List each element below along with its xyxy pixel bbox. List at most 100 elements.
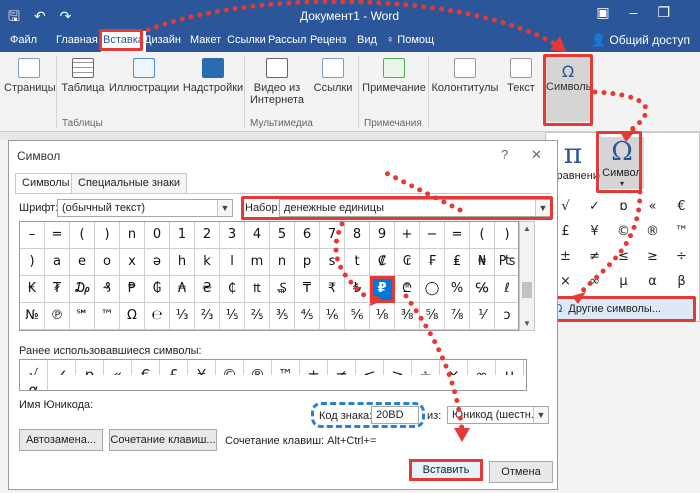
symbol-cell[interactable]: =: [45, 222, 70, 249]
quick-symbol-cell[interactable]: ≠: [581, 245, 608, 269]
undo-icon[interactable]: ↶: [34, 8, 60, 24]
symbol-cell[interactable]: ₲: [145, 276, 170, 303]
symbol-cell[interactable]: ₡: [370, 249, 395, 276]
symbol-cell[interactable]: 0: [145, 222, 170, 249]
header-footer-button[interactable]: Колонтитулы: [430, 58, 500, 94]
symbol-cell[interactable]: 7: [320, 222, 345, 249]
symbol-cell[interactable]: k: [195, 249, 220, 276]
quick-symbol-cell[interactable]: ≥: [639, 245, 666, 269]
symbol-cell[interactable]: o: [95, 249, 120, 276]
symbol-cell[interactable]: 6: [295, 222, 320, 249]
tab-mailings[interactable]: Рассыл: [268, 34, 306, 46]
symbol-cell[interactable]: ⅗: [270, 303, 295, 330]
close-icon[interactable]: ✕: [531, 147, 542, 163]
symbol-cell[interactable]: ₽: [370, 276, 395, 303]
recent-symbol-cell[interactable]: ≤: [356, 360, 384, 375]
addins-button[interactable]: Надстройки: [182, 58, 244, 94]
cancel-button[interactable]: Отмена: [489, 461, 553, 483]
symbol-cell[interactable]: ₢: [395, 249, 420, 276]
recent-symbol-cell[interactable]: £: [160, 360, 188, 375]
restore-icon[interactable]: ❐: [657, 4, 690, 20]
recent-symbol-cell[interactable]: µ: [496, 360, 524, 375]
pages-button[interactable]: Страницы: [4, 58, 56, 94]
recent-symbol-cell[interactable]: √: [20, 360, 48, 375]
symbol-cell[interactable]: ₴: [195, 276, 220, 303]
symbol-cell[interactable]: ₸: [295, 276, 320, 303]
recent-symbol-cell[interactable]: ±: [300, 360, 328, 375]
tab-view[interactable]: Вид: [357, 34, 377, 46]
symbol-cell[interactable]: ₷: [270, 276, 295, 303]
quick-symbol-cell[interactable]: ©: [610, 220, 637, 244]
symbol-cell[interactable]: ℅: [470, 276, 495, 303]
symbol-cell[interactable]: ⅙: [320, 303, 345, 330]
symbol-cell[interactable]: ₭: [20, 276, 45, 303]
symbol-cell[interactable]: ₱: [120, 276, 145, 303]
quick-symbol-cell[interactable]: «: [639, 195, 666, 219]
tab-home[interactable]: Главная: [56, 34, 98, 46]
recent-symbol-cell[interactable]: ®: [244, 360, 272, 375]
symbol-cell[interactable]: =: [445, 222, 470, 249]
share-button[interactable]: 👤 Общий доступ: [591, 33, 690, 47]
symbol-cell[interactable]: 4: [245, 222, 270, 249]
symbol-cell[interactable]: h: [170, 249, 195, 276]
symbol-cell[interactable]: –: [20, 222, 45, 249]
comment-button[interactable]: Примечание: [360, 58, 428, 94]
symbol-cell[interactable]: ™: [95, 303, 120, 330]
quick-symbol-cell[interactable]: µ: [610, 270, 637, 294]
symbol-cell[interactable]: ℓ: [495, 276, 518, 303]
quick-symbol-cell[interactable]: €: [668, 195, 695, 219]
recent-symbol-cell[interactable]: ×: [440, 360, 468, 375]
recent-symbol-cell[interactable]: ∞: [468, 360, 496, 375]
symbol-cell[interactable]: (: [470, 222, 495, 249]
scroll-down-icon[interactable]: ▼: [523, 319, 531, 328]
autocorrect-button[interactable]: Автозамена...: [19, 429, 103, 451]
recent-symbol-cell[interactable]: ≥: [384, 360, 412, 375]
symbol-cell[interactable]: ₹: [320, 276, 345, 303]
recent-symbol-cell[interactable]: ÷: [412, 360, 440, 375]
scroll-thumb[interactable]: [522, 282, 532, 298]
symbol-cell[interactable]: %: [445, 276, 470, 303]
symbol-cell[interactable]: ⅕: [220, 303, 245, 330]
symbol-cell[interactable]: ₦: [470, 249, 495, 276]
symbol-cell[interactable]: ⅜: [395, 303, 420, 330]
symbol-cell[interactable]: m: [245, 249, 270, 276]
symbol-cell[interactable]: ⅟: [470, 303, 495, 330]
symbol-cell[interactable]: ⅓: [170, 303, 195, 330]
symbol-cell[interactable]: 9: [370, 222, 395, 249]
symbol-cell[interactable]: ₵: [220, 276, 245, 303]
tab-layout[interactable]: Макет: [190, 34, 221, 46]
online-video-button[interactable]: Видео из Интернета: [248, 58, 306, 106]
recent-symbol-cell[interactable]: ✓: [48, 360, 76, 375]
tab-references[interactable]: Ссылки: [227, 34, 266, 46]
text-button[interactable]: Текст: [502, 58, 540, 94]
symbol-cell[interactable]: n: [270, 249, 295, 276]
symbol-cell[interactable]: ℮: [145, 303, 170, 330]
recent-symbol-cell[interactable]: ɒ: [76, 360, 104, 375]
redo-icon[interactable]: ↷: [60, 8, 86, 24]
symbol-cell[interactable]: p: [295, 249, 320, 276]
symbol-cell[interactable]: e: [70, 249, 95, 276]
symbol-cell[interactable]: n: [120, 222, 145, 249]
recent-symbol-cell[interactable]: «: [104, 360, 132, 375]
symbol-cell[interactable]: x: [120, 249, 145, 276]
recent-symbol-cell[interactable]: ™: [272, 360, 300, 375]
minimize-icon[interactable]: –: [630, 4, 658, 20]
quick-symbol-cell[interactable]: ®: [639, 220, 666, 244]
symbol-cell[interactable]: ℠: [70, 303, 95, 330]
links-button[interactable]: Ссылки: [310, 58, 356, 94]
symbol-cell[interactable]: ⅚: [345, 303, 370, 330]
illustrations-button[interactable]: Иллюстрации: [108, 58, 180, 94]
symbol-cell[interactable]: №: [20, 303, 45, 330]
symbol-cell[interactable]: ₾: [395, 276, 420, 303]
symbol-cell[interactable]: ə: [145, 249, 170, 276]
symbol-cell[interactable]: ₣: [420, 249, 445, 276]
symbol-cell[interactable]: ₰: [95, 276, 120, 303]
recent-symbol-cell[interactable]: ©: [216, 360, 244, 375]
recent-symbol-cell[interactable]: €: [132, 360, 160, 375]
symbol-cell[interactable]: 3: [220, 222, 245, 249]
symbol-cell[interactable]: ): [20, 249, 45, 276]
symbol-cell[interactable]: ⅞: [445, 303, 470, 330]
quick-symbol-cell[interactable]: ✓: [581, 195, 608, 219]
symbol-cell[interactable]: a: [45, 249, 70, 276]
ribbon-display-icon[interactable]: ▣: [596, 4, 629, 20]
